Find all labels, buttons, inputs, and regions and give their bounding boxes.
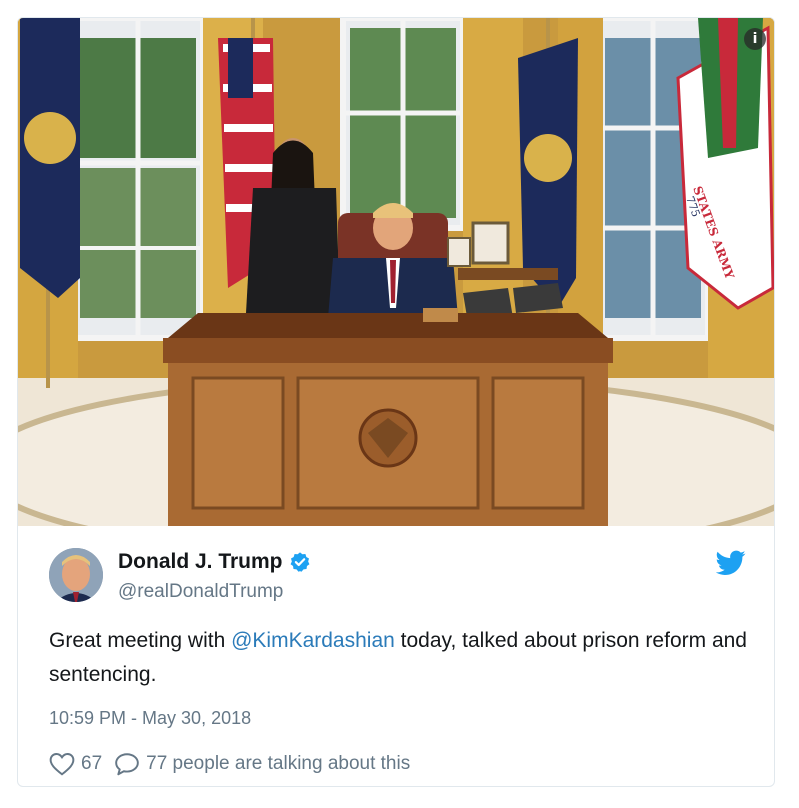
conversation-link[interactable]: 77 people are talking about this — [114, 752, 410, 776]
info-icon[interactable]: i — [744, 28, 766, 50]
window-left — [70, 18, 206, 341]
heart-icon — [49, 753, 75, 776]
window-center — [340, 18, 466, 231]
tweet-photo[interactable]: STATES ARMY 775 i — [18, 18, 774, 526]
like-button[interactable]: 67 — [49, 752, 102, 776]
person-seated — [328, 203, 458, 318]
twitter-bird-icon[interactable] — [716, 550, 746, 576]
tweet-body: Donald J. Trump @realDonaldTrump Great m… — [18, 526, 774, 786]
tweet-text-before: Great meeting with — [49, 629, 232, 652]
talking-text: 77 people are talking about this — [146, 753, 411, 774]
display-name[interactable]: Donald J. Trump — [118, 550, 283, 574]
resolute-desk — [163, 308, 613, 526]
like-count: 67 — [81, 753, 103, 774]
tweet-actions: 67 77 people are talking about this — [49, 752, 410, 776]
user-handle[interactable]: @realDonaldTrump — [118, 581, 283, 603]
avatar-image — [49, 548, 103, 602]
embedded-tweet-card: STATES ARMY 775 i Donald J. Trump @realD… — [17, 17, 775, 787]
oval-office-photo: STATES ARMY 775 — [18, 18, 774, 526]
tweet-text: Great meeting with @KimKardashian today,… — [49, 624, 749, 692]
avatar[interactable] — [49, 548, 103, 602]
mention-link[interactable]: @KimKardashian — [231, 629, 395, 652]
verified-badge-icon — [290, 552, 309, 572]
timestamp-link[interactable]: 10:59 PM - May 30, 2018 — [49, 708, 251, 729]
author-name-row[interactable]: Donald J. Trump — [118, 550, 311, 574]
speech-bubble-icon — [115, 753, 139, 776]
